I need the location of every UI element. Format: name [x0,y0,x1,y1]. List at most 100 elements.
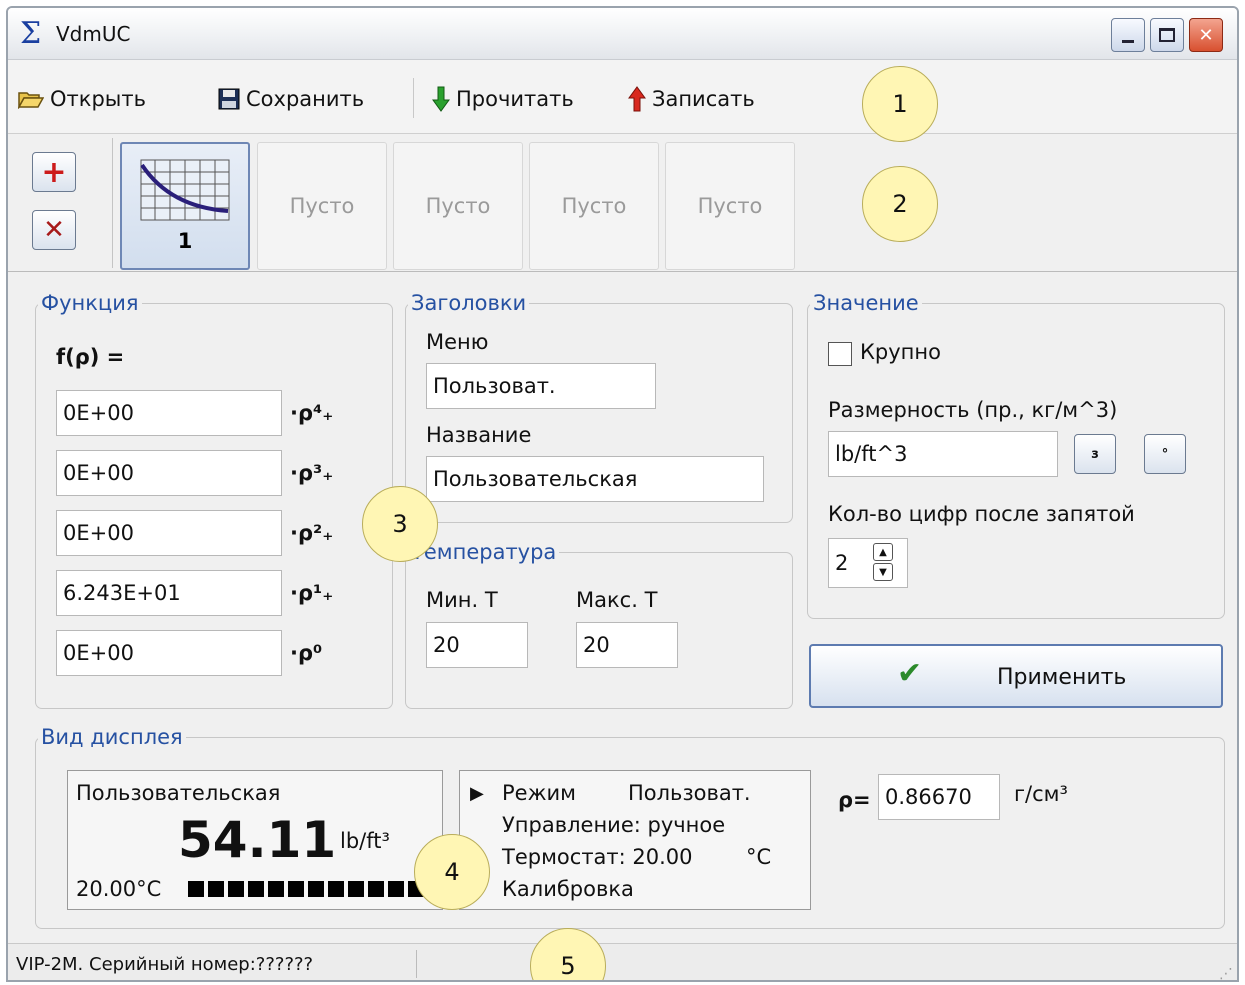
save-button[interactable]: Сохранить [218,84,364,114]
lcd-progress-bar [188,881,438,897]
display-view-legend: Вид дисплея [41,725,183,749]
thermostat-line: Термостат: 20.00 [502,845,693,869]
menu-label: Меню [426,330,489,354]
power-label-3: ·ρ³₊ [290,461,334,485]
mode-label: Режим [502,781,576,805]
degree-button[interactable]: ° [1144,434,1186,474]
display-name-input[interactable]: Пользовательская [426,456,764,502]
slot-active[interactable]: 1 [120,142,250,270]
name-label: Название [426,423,532,447]
superscript-3-label: з [1091,446,1099,462]
callout-1: 1 [862,66,938,142]
apply-label: Применить [997,665,1127,690]
main-window: Σ VdmUC ✕ Открыть Сохранить Прочитать За… [6,6,1239,982]
coef-p3-input[interactable]: 0E+00 [56,450,282,496]
arrow-up-red-icon [628,86,646,112]
thermostat-unit: °C [746,845,772,869]
menu-pointer-icon: ▶ [470,783,484,804]
lcd-preview-main: Пользовательская 54.11 lb/ft³ 20.00°C [67,770,443,910]
minimize-button[interactable] [1111,18,1145,52]
spinner-arrows: ▲ ▼ [873,543,893,581]
maximize-button[interactable] [1150,18,1184,52]
folder-open-icon [18,92,44,109]
floppy-disk-icon [218,88,240,110]
slot-empty-label: Пусто [697,194,763,218]
large-font-checkbox[interactable] [828,342,852,366]
digits-value: 2 [835,551,849,575]
open-button[interactable]: Открыть [18,84,146,114]
read-button[interactable]: Прочитать [432,84,574,114]
digits-label: Кол-во цифр после запятой [828,502,1135,526]
callout-5: 5 [530,928,606,980]
slot-empty-4[interactable]: Пусто [665,142,795,270]
checkmark-icon: ✔ [897,656,923,691]
rho-unit: г/см³ [1014,782,1068,806]
open-label: Открыть [50,87,146,111]
lcd-unit: lb/ft³ [340,829,390,853]
read-label: Прочитать [456,87,574,111]
sigma-app-icon: Σ [20,16,42,51]
large-font-label: Крупно [860,340,941,364]
power-label-2: ·ρ²₊ [290,521,334,545]
arrow-down-green-icon [432,86,450,112]
add-slot-button[interactable]: + [32,152,76,192]
apply-button[interactable]: ✔ Применить [809,644,1223,708]
headers-legend: Заголовки [411,291,527,315]
superscript-3-button[interactable]: з [1074,434,1116,474]
coef-p4-input[interactable]: 0E+00 [56,390,282,436]
write-label: Записать [652,87,755,111]
coef-p0-input[interactable]: 0E+00 [56,630,282,676]
min-temp-input[interactable]: 20 [426,622,528,668]
slot-empty-label: Пусто [561,194,627,218]
status-divider [416,950,417,978]
control-line: Управление: ручное [502,813,726,837]
mode-value: Пользоват. [628,781,751,805]
slots-divider [112,138,113,268]
slot-empty-1[interactable]: Пусто [257,142,387,270]
lcd-temperature: 20.00°C [76,877,162,901]
lcd-value: 54.11 [178,811,337,869]
degree-label: ° [1161,446,1169,462]
coef-p1-input[interactable]: 6.243E+01 [56,570,282,616]
slot-empty-3[interactable]: Пусто [529,142,659,270]
write-button[interactable]: Записать [628,84,755,114]
save-label: Сохранить [246,87,365,111]
spin-down-icon[interactable]: ▼ [873,563,893,581]
close-icon: ✕ [1198,24,1214,46]
cross-icon: ✕ [43,215,65,245]
minimize-icon [1122,39,1134,43]
close-button[interactable]: ✕ [1189,18,1223,52]
slot-empty-label: Пусто [425,194,491,218]
max-temp-label: Макс. T [576,588,658,612]
status-text: VIP-2M. Серийный номер:?????? [16,954,314,975]
slot-empty-label: Пусто [289,194,355,218]
coef-p2-input[interactable]: 0E+00 [56,510,282,556]
callout-4: 4 [414,834,490,910]
min-temp-label: Мин. T [426,588,498,612]
title-bar: Σ VdmUC ✕ [8,8,1237,60]
callout-2: 2 [862,166,938,242]
resize-grip-icon[interactable]: ⋰ [1219,966,1233,980]
slot-empty-2[interactable]: Пусто [393,142,523,270]
menu-name-input[interactable]: Пользоват. [426,363,656,409]
formula-label: f(ρ) = [56,345,125,369]
curve-graph-icon [140,159,230,221]
status-bar: VIP-2M. Серийный номер:?????? ⋰ [8,943,1237,980]
toolbar: Открыть Сохранить Прочитать Записать [8,60,1237,134]
rho-input[interactable]: 0.86670 [878,774,1000,820]
delete-slot-button[interactable]: ✕ [32,210,76,250]
power-label-1: ·ρ¹₊ [290,581,334,605]
lcd-preview-menu: ▶ Режим Пользоват. Управление: ручное Те… [459,770,811,910]
maximize-icon [1159,28,1175,42]
units-label: Размерность (пр., кг/м^3) [828,398,1118,422]
function-legend: Функция [41,291,139,315]
spin-up-icon[interactable]: ▲ [873,543,893,561]
units-input[interactable]: lb/ft^3 [828,431,1058,477]
power-label-4: ·ρ⁴₊ [290,401,334,425]
calibration-line: Калибровка [502,877,634,901]
digits-spinner[interactable]: 2 ▲ ▼ [828,538,908,588]
profile-slots-bar: + ✕ 1 Пусто Пусто Пусто Пусто [8,134,1237,272]
toolbar-separator [413,78,414,118]
rho-label: ρ= [838,788,871,812]
max-temp-input[interactable]: 20 [576,622,678,668]
